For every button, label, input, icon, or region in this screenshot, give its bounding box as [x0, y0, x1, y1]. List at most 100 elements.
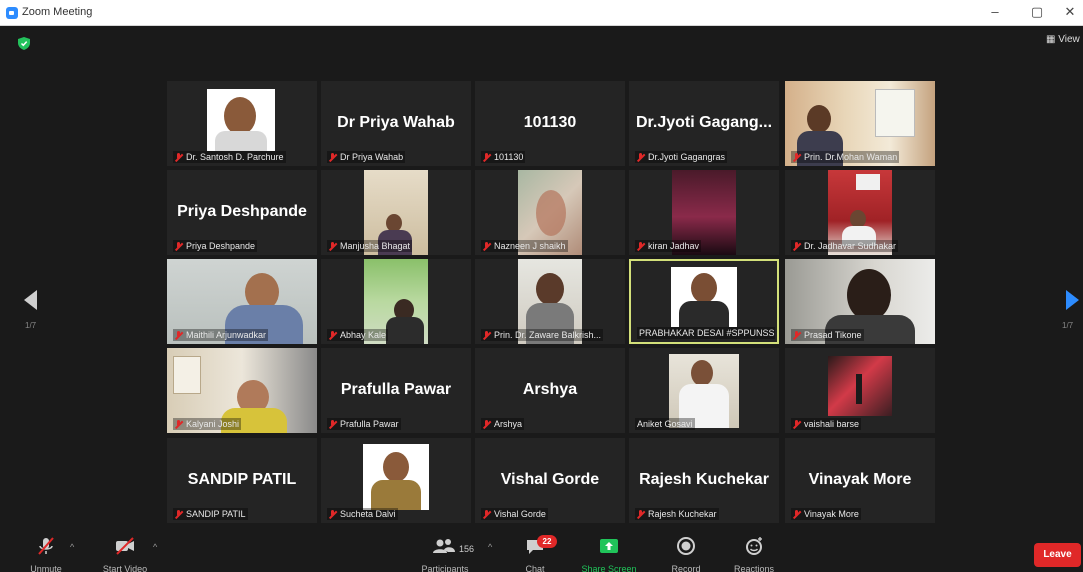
participant-tile[interactable]: Prin. Dr. Zaware Balkrish... [475, 259, 625, 344]
participant-display-name: Vinayak More [808, 471, 912, 488]
participant-tile[interactable]: vaishali barse [785, 348, 935, 433]
participant-tile[interactable]: Dr.Jyoti Gagang... Dr.Jyoti Gagangras [629, 81, 779, 166]
participant-display-name: Rajesh Kuchekar [639, 471, 769, 488]
participant-display-name: Priya Deshpande [177, 203, 307, 220]
previous-page-arrow-icon[interactable] [24, 290, 37, 310]
participant-tile[interactable]: Arshya Arshya [475, 348, 625, 433]
maximize-button[interactable]: ▢ [1022, 2, 1052, 22]
muted-mic-icon [329, 152, 336, 162]
participant-tile-active-speaker[interactable]: PRABHAKAR DESAI #SPPUNSS [629, 259, 779, 344]
unmute-button[interactable]: Unmute [24, 536, 68, 572]
zoom-app-icon [6, 7, 18, 19]
participant-name-label: Arshya [481, 418, 525, 430]
muted-microphone-icon [38, 537, 54, 555]
participant-tile[interactable]: Vishal Gorde Vishal Gorde [475, 438, 625, 523]
participant-tile[interactable]: SANDIP PATIL SANDIP PATIL [167, 438, 317, 523]
participant-tile[interactable]: Dr Priya Wahab Dr Priya Wahab [321, 81, 471, 166]
participant-tile[interactable]: Kalyani Joshi [167, 348, 317, 433]
participant-tile[interactable]: Rajesh Kuchekar Rajesh Kuchekar [629, 438, 779, 523]
participant-name-label: Prasad Tikone [791, 329, 864, 341]
participant-display-name: SANDIP PATIL [187, 471, 297, 488]
participant-name-label: Priya Deshpande [173, 240, 258, 252]
title-bar: Zoom Meeting – ▢ ✕ [0, 0, 1083, 26]
participants-options-caret-icon[interactable]: ^ [488, 542, 492, 552]
participant-tile[interactable]: Priya Deshpande Priya Deshpande [167, 170, 317, 255]
muted-mic-icon [175, 330, 182, 340]
participant-tile[interactable]: Dr. Santosh D. Parchure [167, 81, 317, 166]
close-button[interactable]: ✕ [1058, 2, 1082, 22]
participant-name-label: Dr Priya Wahab [327, 151, 406, 163]
participant-name-label: Dr. Jadhavar Sudhakar [791, 240, 899, 252]
leave-button[interactable]: Leave [1034, 543, 1081, 567]
participant-tile[interactable]: Maithili Arjunwadkar [167, 259, 317, 344]
participant-tile[interactable]: Prafulla Pawar Prafulla Pawar [321, 348, 471, 433]
participant-name-label: Vinayak More [791, 508, 861, 520]
video-off-icon [116, 537, 134, 555]
participants-button[interactable]: Participants [414, 536, 476, 572]
audio-options-caret-icon[interactable]: ^ [70, 542, 74, 552]
muted-mic-icon [483, 509, 490, 519]
participant-tile[interactable]: 101130 101130 [475, 81, 625, 166]
participant-display-name: Dr.Jyoti Gagang... [635, 114, 773, 131]
participant-name-label: Vishal Gorde [481, 508, 548, 520]
muted-mic-icon [793, 419, 800, 429]
muted-mic-icon [637, 509, 644, 519]
minimize-button[interactable]: – [980, 2, 1010, 22]
participant-tile[interactable]: Nazneen J shaikh [475, 170, 625, 255]
muted-mic-icon [793, 330, 800, 340]
participant-name-label: Dr. Santosh D. Parchure [173, 151, 286, 163]
smiley-reactions-icon [746, 537, 762, 555]
participant-tile[interactable]: Dr. Jadhavar Sudhakar [785, 170, 935, 255]
participant-name-label: PRABHAKAR DESAI #SPPUNSS [637, 327, 775, 339]
participant-name-label: kiran Jadhav [635, 240, 702, 252]
reactions-button[interactable]: Reactions [728, 536, 780, 572]
muted-mic-icon [483, 241, 490, 251]
muted-mic-icon [483, 152, 490, 162]
page-indicator-right: 1/7 [1062, 321, 1074, 330]
grid-view-icon: ▦ [1046, 34, 1056, 45]
start-video-button[interactable]: Start Video [95, 536, 155, 572]
participant-display-name: 101130 [523, 114, 577, 131]
security-shield-icon[interactable] [18, 37, 30, 50]
participant-tile[interactable]: Aniket Gosavi [629, 348, 779, 433]
participant-name-label: Kalyani Joshi [173, 418, 242, 430]
muted-mic-icon [637, 241, 644, 251]
participant-tile[interactable]: kiran Jadhav [629, 170, 779, 255]
participant-name-label: vaishali barse [791, 418, 862, 430]
participant-name-label: Sucheta Dalvi [327, 508, 398, 520]
muted-mic-icon [793, 152, 800, 162]
participant-display-name: Vishal Gorde [500, 471, 600, 488]
participant-count: 156 [459, 544, 475, 554]
muted-mic-icon [175, 241, 182, 251]
participant-display-name: Dr Priya Wahab [337, 114, 455, 131]
participants-icon [433, 539, 455, 553]
muted-mic-icon [329, 330, 336, 340]
muted-mic-icon [175, 419, 182, 429]
page-indicator-left: 1/7 [25, 321, 37, 330]
participant-video [828, 356, 892, 416]
participant-name-label: Prin. Dr. Zaware Balkrish... [481, 329, 604, 341]
window-title: Zoom Meeting [22, 6, 93, 18]
participant-video [671, 267, 737, 327]
participant-tile[interactable]: Prasad Tikone [785, 259, 935, 344]
participant-tile[interactable]: Vinayak More Vinayak More [785, 438, 935, 523]
participant-video [207, 89, 275, 151]
participant-video [363, 444, 429, 510]
muted-mic-icon [483, 419, 490, 429]
participant-tile[interactable]: Abhay Kale [321, 259, 471, 344]
participant-video [669, 354, 739, 428]
participant-tile[interactable]: Sucheta Dalvi [321, 438, 471, 523]
participant-tile[interactable]: Manjusha Bhagat [321, 170, 471, 255]
record-button[interactable]: Record [664, 536, 708, 572]
participant-name-label: Nazneen J shaikh [481, 240, 568, 252]
participant-name-label: Rajesh Kuchekar [635, 508, 719, 520]
muted-mic-icon [175, 509, 182, 519]
record-icon [677, 537, 695, 555]
participant-tile[interactable]: Prin. Dr.Mohan Waman [785, 81, 935, 166]
share-screen-icon [600, 539, 618, 553]
next-page-arrow-icon[interactable] [1066, 290, 1079, 310]
video-options-caret-icon[interactable]: ^ [153, 542, 157, 552]
share-screen-button[interactable]: Share Screen [577, 536, 641, 572]
view-button[interactable]: ▦ View [1046, 34, 1080, 45]
participant-name-label: Prafulla Pawar [327, 418, 401, 430]
